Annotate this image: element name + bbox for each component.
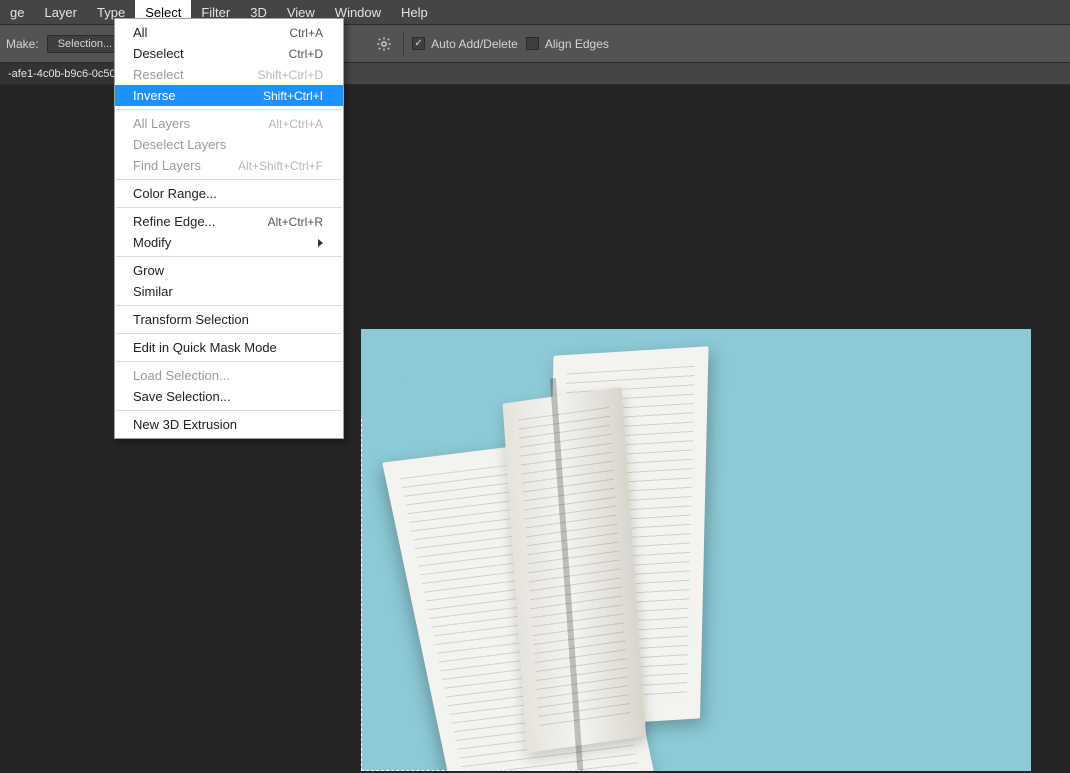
menu-image[interactable]: ge — [0, 0, 34, 24]
menu-item-new-3d-extrusion[interactable]: New 3D Extrusion — [115, 414, 343, 435]
menu-item-deselect-layers: Deselect Layers — [115, 134, 343, 155]
canvas[interactable] — [361, 329, 1031, 771]
chevron-right-icon — [318, 239, 323, 247]
auto-add-delete-option[interactable]: Auto Add/Delete — [412, 37, 518, 51]
menu-item-label: All Layers — [133, 116, 190, 131]
select-menu-dropdown: All Ctrl+A Deselect Ctrl+D Reselect Shift+Ctr… — [114, 18, 344, 439]
menu-item-color-range[interactable]: Color Range... — [115, 183, 343, 204]
menu-item-edit-in-quick-mask-mode[interactable]: Edit in Quick Mask Mode — [115, 337, 343, 358]
menu-item-label: Transform Selection — [133, 312, 249, 327]
document-tab[interactable]: -afe1-4c0b-b9c6-0c50 — [0, 63, 125, 84]
menu-item-label: Modify — [133, 235, 171, 250]
menu-item-label: Deselect Layers — [133, 137, 226, 152]
menu-item-label: New 3D Extrusion — [133, 417, 237, 432]
make-selection-button[interactable]: Selection... — [47, 35, 123, 53]
menu-item-shortcut: Shift+Ctrl+D — [258, 68, 323, 82]
menu-divider — [116, 179, 342, 180]
menu-item-transform-selection[interactable]: Transform Selection — [115, 309, 343, 330]
checkbox-icon[interactable] — [412, 37, 425, 50]
menu-item-label: Refine Edge... — [133, 214, 215, 229]
menu-item-load-selection: Load Selection... — [115, 365, 343, 386]
gear-icon[interactable] — [373, 33, 395, 55]
menu-divider — [116, 305, 342, 306]
checkbox-icon[interactable] — [526, 37, 539, 50]
align-edges-option[interactable]: Align Edges — [526, 37, 609, 51]
menu-divider — [116, 410, 342, 411]
menu-item-label: Similar — [133, 284, 173, 299]
menu-item-all[interactable]: All Ctrl+A — [115, 22, 343, 43]
menu-item-shortcut: Shift+Ctrl+I — [263, 89, 323, 103]
menu-item-save-selection[interactable]: Save Selection... — [115, 386, 343, 407]
menu-item-label: Find Layers — [133, 158, 201, 173]
menu-item-all-layers: All Layers Alt+Ctrl+A — [115, 113, 343, 134]
auto-add-delete-label: Auto Add/Delete — [431, 37, 518, 51]
menu-item-label: Grow — [133, 263, 164, 278]
menu-help[interactable]: Help — [391, 0, 438, 24]
menu-divider — [116, 361, 342, 362]
menu-item-similar[interactable]: Similar — [115, 281, 343, 302]
menu-item-deselect[interactable]: Deselect Ctrl+D — [115, 43, 343, 64]
menu-item-label: Reselect — [133, 67, 184, 82]
menu-item-label: Inverse — [133, 88, 176, 103]
menu-item-inverse[interactable]: Inverse Shift+Ctrl+I — [115, 85, 343, 106]
menu-divider — [116, 109, 342, 110]
menu-item-shortcut: Ctrl+A — [289, 26, 323, 40]
menu-item-label: Edit in Quick Mask Mode — [133, 340, 277, 355]
menu-divider — [116, 256, 342, 257]
menu-item-shortcut: Alt+Shift+Ctrl+F — [238, 159, 323, 173]
menu-item-find-layers: Find Layers Alt+Shift+Ctrl+F — [115, 155, 343, 176]
menu-item-modify[interactable]: Modify — [115, 232, 343, 253]
menu-item-refine-edge[interactable]: Refine Edge... Alt+Ctrl+R — [115, 211, 343, 232]
menu-divider — [116, 207, 342, 208]
menu-item-label: All — [133, 25, 147, 40]
menu-item-shortcut: Alt+Ctrl+R — [268, 215, 323, 229]
menu-item-shortcut: Alt+Ctrl+A — [268, 117, 323, 131]
separator — [403, 32, 404, 56]
align-edges-label: Align Edges — [545, 37, 609, 51]
menu-item-label: Deselect — [133, 46, 184, 61]
menu-item-label: Save Selection... — [133, 389, 231, 404]
menu-item-reselect: Reselect Shift+Ctrl+D — [115, 64, 343, 85]
menu-item-grow[interactable]: Grow — [115, 260, 343, 281]
menu-layer[interactable]: Layer — [34, 0, 87, 24]
menu-item-label: Load Selection... — [133, 368, 230, 383]
menu-divider — [116, 333, 342, 334]
make-label: Make: — [6, 37, 39, 51]
menu-item-shortcut: Ctrl+D — [289, 47, 323, 61]
menu-item-label: Color Range... — [133, 186, 217, 201]
